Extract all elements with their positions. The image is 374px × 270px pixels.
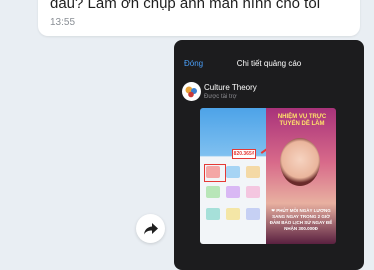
share-arrow-icon xyxy=(143,222,158,234)
highlight-box xyxy=(204,164,226,182)
message-time: 13:55 xyxy=(50,17,76,28)
ad-headline: NHIỆM VỤ TRỰC TUYẾN DỄ LÀM xyxy=(277,114,327,127)
advertiser-name: Culture Theory xyxy=(204,83,257,92)
screenshot-header: Đóng Chi tiết quảng cáo xyxy=(174,40,364,74)
ad-amount: 820.365₫ xyxy=(232,149,256,159)
screenshot-title: Chi tiết quảng cáo xyxy=(236,59,302,68)
ad-bottom-text: ❤ PHÚT MỖI NGÀY LƯƠNG SANG NGAY TRONG 2 … xyxy=(269,208,333,231)
message-text: đâu? Làm ơn chụp ảnh màn hình cho tôi xyxy=(50,0,321,12)
ad-app-screenshot: 820.365₫ xyxy=(200,108,266,244)
share-button[interactable] xyxy=(136,214,165,243)
advertiser-row: Culture Theory Được tài trợ xyxy=(182,80,362,104)
advertiser-logo xyxy=(182,82,201,101)
ad-promo-panel: NHIỆM VỤ TRỰC TUYẾN DỄ LÀM ❤ PHÚT MỖI NG… xyxy=(266,108,336,244)
incoming-message-bubble[interactable]: đâu? Làm ơn chụp ảnh màn hình cho tôi 13… xyxy=(38,0,360,36)
ad-details-screenshot[interactable]: Đóng Chi tiết quảng cáo Culture Theory Đ… xyxy=(174,40,364,270)
ad-image[interactable]: 820.365₫ NHIỆM VỤ TRỰC TUYẾN DỄ LÀM ❤ PH… xyxy=(200,108,336,244)
sponsored-label: Được tài trợ xyxy=(204,94,237,100)
culture-theory-logo-icon xyxy=(185,86,197,98)
model-photo xyxy=(280,138,320,186)
